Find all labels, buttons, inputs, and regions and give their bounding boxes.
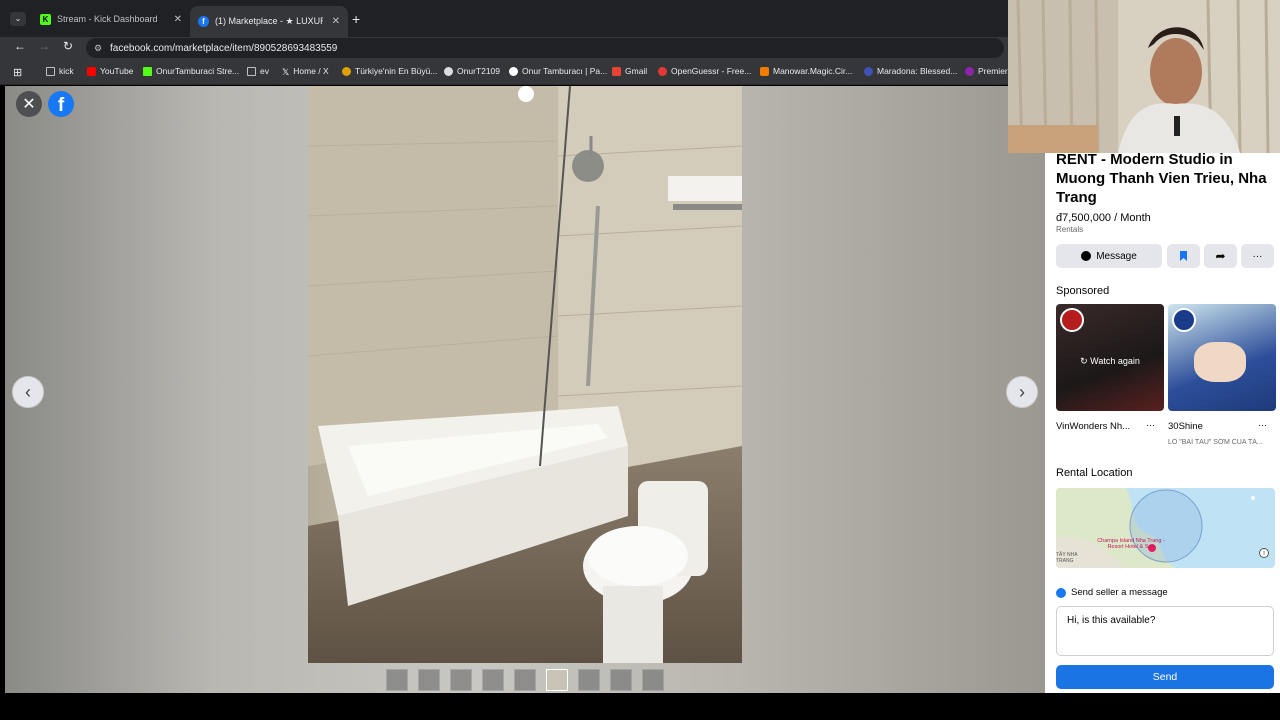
site-icon [444,66,453,76]
bookmark-onurtamburaci-stream[interactable]: OnurTamburaci Stre... [143,66,239,76]
webcam-overlay [1008,0,1280,153]
map-info-icon[interactable]: i [1259,548,1269,558]
map-label: TÂY NHA TRANG [1056,552,1078,564]
bookmark-gmail[interactable]: Gmail [612,66,647,76]
new-tab-button[interactable]: + [352,11,360,27]
close-viewer-button[interactable]: ✕ [16,91,42,117]
more-options-button[interactable]: ··· [1241,244,1274,268]
site-icon [342,66,351,76]
rental-location-heading: Rental Location [1056,467,1133,479]
address-bar[interactable]: ⚙ facebook.com/marketplace/item/89052869… [86,38,1004,58]
sponsored-ad-30shine[interactable] [1168,304,1276,411]
tab-search-icon[interactable]: ⌄ [10,12,26,26]
sponsored-heading: Sponsored [1056,285,1110,297]
rental-location-map[interactable]: Champa Island Nha Trang - Resort Hotel &… [1056,488,1275,568]
map-label: Champa Island Nha Trang - Resort Hotel &… [1097,538,1165,550]
photo-thumbnail[interactable] [610,669,632,691]
bookmark-openguessr[interactable]: OpenGuessr - Free... [658,66,751,76]
facebook-logo[interactable]: f [48,91,74,117]
ad-advertiser-name[interactable]: VinWonders Nh... [1056,421,1130,432]
photo-thumbnail-active[interactable] [546,669,568,691]
gmail-icon [612,66,621,76]
more-icon: ··· [1252,250,1263,262]
advertiser-avatar [1060,308,1084,332]
share-button[interactable]: ➦ [1204,244,1237,268]
message-button[interactable]: Message [1056,244,1162,268]
tab-title: Stream - Kick Dashboard [57,14,158,24]
site-icon [760,66,769,76]
photo-thumbnail[interactable] [482,669,504,691]
kick-icon [143,66,152,76]
share-arrow-icon: ➦ [1215,249,1226,263]
advertiser-avatar [1172,308,1196,332]
sponsored-ad-vinwonders[interactable]: ↻ Watch again [1056,304,1164,411]
screen-bottom-bar [0,693,1280,720]
bookmark-kick[interactable]: kick [46,66,74,76]
listing-photo [308,86,742,663]
patreon-icon [509,66,518,76]
ad-subtext: LÔ "BÀI TẦU" SỚM CỦA TÀ... [1168,439,1263,446]
close-tab-icon[interactable]: ✕ [332,16,340,27]
photo-thumbnail[interactable] [578,669,600,691]
listing-category: Rentals [1056,225,1084,234]
back-arrow-icon[interactable]: ← [12,39,28,53]
photo-thumbnail[interactable] [450,669,472,691]
tab-kick-dashboard[interactable]: K Stream - Kick Dashboard ✕ [32,6,190,32]
close-tab-icon[interactable]: ✕ [174,14,182,25]
address-text: facebook.com/marketplace/item/8905286934… [110,42,338,54]
bookmark-premier[interactable]: Premier [965,66,1008,76]
webcam-feed [1008,0,1280,153]
send-seller-prompt: Send seller a message [1056,587,1168,598]
bookmark-home-x[interactable]: 𝕏 Home / X [282,66,329,77]
tab-marketplace[interactable]: f (1) Marketplace - ★ LUXURY S… ✕ [190,6,348,37]
x-logo-icon: 𝕏 [282,66,290,77]
forward-arrow-icon[interactable]: → [36,39,52,53]
message-button-label: Message [1096,250,1137,262]
bookmark-turkiye[interactable]: Türkiye'nin En Büyü... [342,66,437,76]
messenger-icon [1056,587,1066,598]
listing-price: đ7,500,000 / Month [1056,212,1151,224]
chevron-left-icon: ‹ [25,381,31,402]
ad-image [1194,342,1246,382]
replay-icon: ↻ [1080,356,1091,366]
ad-more-icon[interactable]: ··· [1146,420,1155,430]
photo-thumbnail[interactable] [418,669,440,691]
site-info-icon[interactable]: ⚙ [94,43,102,54]
bookmark-maradona[interactable]: Maradona: Blessed... [864,66,957,76]
bathroom-photo [308,86,742,663]
chevron-right-icon: › [1019,381,1025,402]
bookmark-youtube[interactable]: YouTube [87,66,133,76]
openguessr-icon [658,66,667,76]
folder-icon [46,66,55,76]
photo-thumbnail[interactable] [642,669,664,691]
map-graphic [1056,488,1255,568]
ad-advertiser-name[interactable]: 30Shine [1168,421,1203,432]
next-photo-button[interactable]: › [1006,376,1038,408]
listing-title: RENT - Modern Studio in Muong Thanh Vien… [1056,151,1267,206]
bookmark-onur-tamburaci-patreon[interactable]: Onur Tamburacı | Pa... [509,66,607,76]
bookmark-manowar[interactable]: Manowar.Magic.Cir... [760,66,852,76]
send-button[interactable]: Send [1056,665,1274,689]
watch-again-overlay[interactable]: ↻ Watch again [1056,356,1164,367]
close-icon: ✕ [22,96,36,113]
photo-thumbnail[interactable] [386,669,408,691]
kick-favicon-icon: K [40,13,51,25]
bookmark-ev[interactable]: ev [247,66,269,76]
reload-icon[interactable]: ↻ [60,39,76,53]
messenger-icon [1081,251,1092,261]
site-icon [965,66,974,76]
bookmark-onurt2109[interactable]: OnurT2109 [444,66,500,76]
ad-more-icon[interactable]: ··· [1258,420,1267,430]
facebook-favicon-icon: f [198,16,209,27]
photo-thumbnail[interactable] [514,669,536,691]
site-icon [864,66,873,76]
previous-photo-button[interactable]: ‹ [12,376,44,408]
youtube-icon [87,66,96,76]
tab-title: (1) Marketplace - ★ LUXURY S… [215,16,323,26]
bookmark-icon [1180,251,1187,261]
seller-message-input[interactable]: Hi, is this available? [1056,606,1274,656]
save-button[interactable] [1167,244,1200,268]
apps-grid-icon[interactable]: ⊞ [13,66,22,79]
folder-icon [247,66,256,76]
